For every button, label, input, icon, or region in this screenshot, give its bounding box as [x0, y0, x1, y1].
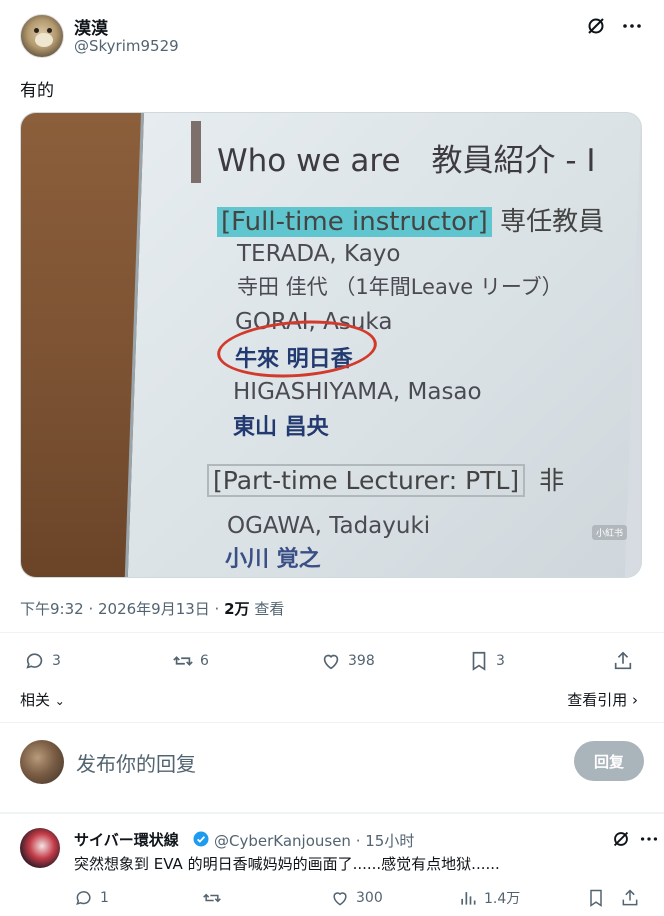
related-toggle[interactable]: 相关 ⌄: [20, 689, 65, 710]
divider: [0, 812, 664, 814]
current-user-avatar[interactable]: [20, 740, 64, 784]
reply-icon: [26, 653, 43, 669]
bookmark-icon: [590, 889, 602, 907]
comment-actions: 1 300 1.4万: [74, 888, 644, 910]
reply-submit-button[interactable]: 回复: [574, 741, 644, 781]
instructor-name-jp: 東山 昌央: [233, 415, 329, 440]
avatar-eye: [34, 28, 39, 33]
slide-section-parttime: [Part-time Lecturer: PTL] 非: [207, 461, 564, 497]
grok-icon[interactable]: [610, 828, 632, 850]
comment-reply-count: 1: [100, 890, 109, 906]
repost-icon: [173, 656, 193, 666]
bookmark-button[interactable]: 3: [468, 650, 505, 672]
author-avatar[interactable]: [20, 14, 64, 58]
analytics-icon: [461, 892, 476, 905]
reply-icon: [76, 891, 91, 905]
reply-count: 3: [52, 653, 61, 669]
more-icon[interactable]: [620, 14, 644, 38]
comment-bookmark-button[interactable]: [586, 888, 606, 908]
avatar-eye: [47, 28, 52, 33]
commenter-avatar[interactable]: [20, 828, 60, 868]
reply-button[interactable]: 3: [24, 650, 61, 672]
instructor-name-en: OGAWA, Tadayuki: [227, 513, 431, 539]
divider: [0, 632, 664, 633]
instructor-name-jp: 小川 覚之: [225, 547, 321, 572]
section-parttime-jp: 非: [539, 466, 565, 495]
repost-icon: [203, 893, 221, 903]
view-count-label: 查看: [254, 600, 285, 618]
comment-reply-button[interactable]: 1: [74, 888, 109, 908]
comment-like-count: 300: [356, 890, 383, 906]
more-icon[interactable]: [638, 828, 660, 850]
verified-badge-icon: [193, 831, 209, 847]
bookmark-count: 3: [496, 653, 505, 669]
avatar-snout: [35, 33, 53, 47]
repost-button[interactable]: 6: [172, 650, 209, 672]
comment-like-button[interactable]: 300: [330, 888, 383, 908]
image-projected-slide: [124, 113, 641, 577]
section-fulltime-jp: 専任教員: [500, 207, 605, 237]
image-watermark: 小紅书: [591, 525, 627, 540]
comment-text: 突然想象到 EVA 的明日香喊妈妈的画面了......感觉有点地狱......: [74, 855, 500, 873]
share-icon: [614, 651, 632, 670]
view-count: 2万: [224, 600, 250, 618]
view-quotes-label: 查看引用: [567, 691, 628, 709]
heart-icon: [333, 892, 347, 906]
related-label: 相关: [20, 691, 51, 709]
post-image[interactable]: Who we are 教員紹介 - I [Full-time instructo…: [20, 112, 642, 578]
post-header: 漠漠 @Skyrim9529: [20, 12, 648, 60]
post-text: 有的: [20, 81, 54, 101]
post-time: 下午9:32 · 2026年9月13日 ·: [20, 600, 220, 618]
heart-icon: [323, 654, 339, 670]
comment-view-count: 1.4万: [484, 891, 521, 907]
chevron-right-icon: ›: [632, 691, 638, 709]
chevron-down-icon: ⌄: [54, 694, 65, 708]
comment-views-button[interactable]: 1.4万: [458, 888, 520, 908]
like-button[interactable]: 398: [320, 650, 375, 672]
commenter-handle-time[interactable]: @CyberKanjousen · 15小时: [214, 830, 414, 851]
section-fulltime-label: [Full-time instructor]: [217, 207, 492, 237]
instructor-name-en: HIGASHIYAMA, Masao: [233, 379, 482, 405]
post-actions: 3 6 398 3: [20, 650, 640, 678]
slide-title-bar: [191, 121, 201, 183]
section-parttime-label: [Part-time Lecturer: PTL]: [207, 464, 526, 497]
instructor-name-en: TERADA, Kayo: [237, 241, 401, 267]
like-count: 398: [348, 653, 375, 669]
share-icon: [622, 889, 638, 906]
grok-icon[interactable]: [584, 14, 608, 38]
divider: [0, 722, 664, 723]
slide-section-fulltime: [Full-time instructor] 専任教員: [217, 201, 604, 238]
share-button[interactable]: [612, 650, 634, 672]
comment-repost-button[interactable]: [202, 888, 222, 908]
instructor-name-jp: 寺田 佳代 （1年間Leave リーブ）: [237, 275, 563, 299]
view-quotes-link[interactable]: 查看引用 ›: [567, 689, 638, 710]
post-timestamp[interactable]: 下午9:32 · 2026年9月13日 · 2万 查看: [20, 598, 284, 619]
commenter-display-name[interactable]: サイバー環状線: [74, 829, 179, 850]
author-display-name[interactable]: 漠漠: [74, 14, 108, 39]
reply-input[interactable]: 发布你的回复: [76, 748, 196, 777]
comment-share-button[interactable]: [620, 888, 640, 908]
author-handle[interactable]: @Skyrim9529: [74, 37, 179, 55]
bookmark-icon: [472, 651, 486, 671]
repost-count: 6: [200, 653, 209, 669]
slide-title: Who we are 教員紹介 - I: [217, 143, 596, 179]
